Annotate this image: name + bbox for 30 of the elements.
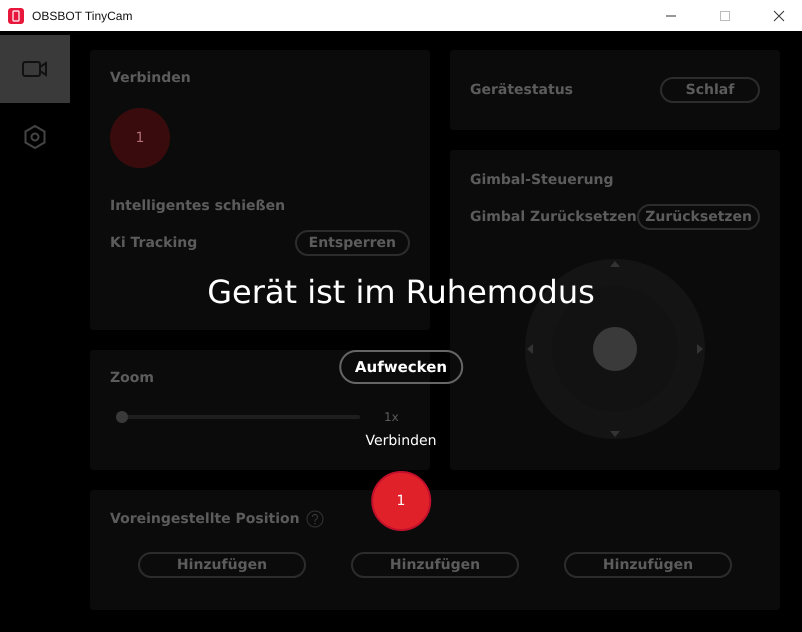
reset-button[interactable]: Zurücksetzen: [637, 204, 760, 230]
sidebar-tab[interactable]: [0, 35, 70, 103]
app-logo-icon: [8, 8, 24, 24]
sleep-status-button[interactable]: Schlaf: [660, 77, 760, 103]
section-title: Zoom: [110, 370, 155, 386]
video-camera-icon: [22, 60, 48, 78]
help-icon[interactable]: [306, 510, 324, 528]
add-preset-button[interactable]: Hinzufügen: [351, 552, 519, 578]
close-icon[interactable]: [773, 10, 785, 22]
ai-tracking-label: Ki Tracking: [110, 235, 198, 251]
connect-label: Verbinden: [366, 432, 436, 450]
add-preset-button[interactable]: Hinzufügen: [564, 552, 732, 578]
section-title: Verbinden: [110, 70, 192, 86]
maximize-icon[interactable]: [720, 10, 730, 20]
zoom-reading: 1x: [384, 410, 399, 424]
minimize-icon[interactable]: [666, 14, 676, 16]
section-title: Intelligentes schießen: [110, 198, 286, 214]
unlock-button[interactable]: Entsperren: [294, 230, 410, 256]
device-badge[interactable]: 1: [110, 108, 170, 168]
section-title: Gimbal-Steuerung: [470, 172, 615, 188]
settings-icon: [24, 125, 46, 149]
slider-thumb[interactable]: [116, 411, 128, 423]
sleep-mode-message: Gerät ist im Ruhemodus: [207, 272, 595, 312]
window-title: OBSBOT TinyCam: [32, 8, 134, 22]
gimbal-reset-label: Gimbal Zurücksetzen: [470, 209, 637, 225]
device-badge[interactable]: 1: [371, 471, 431, 531]
add-preset-button[interactable]: Hinzufügen: [138, 552, 306, 578]
wake-up-button[interactable]: Aufwecken: [338, 350, 464, 384]
section-title: Voreingestellte Position: [110, 511, 300, 527]
device-status-label: Gerätestatus: [470, 82, 573, 98]
